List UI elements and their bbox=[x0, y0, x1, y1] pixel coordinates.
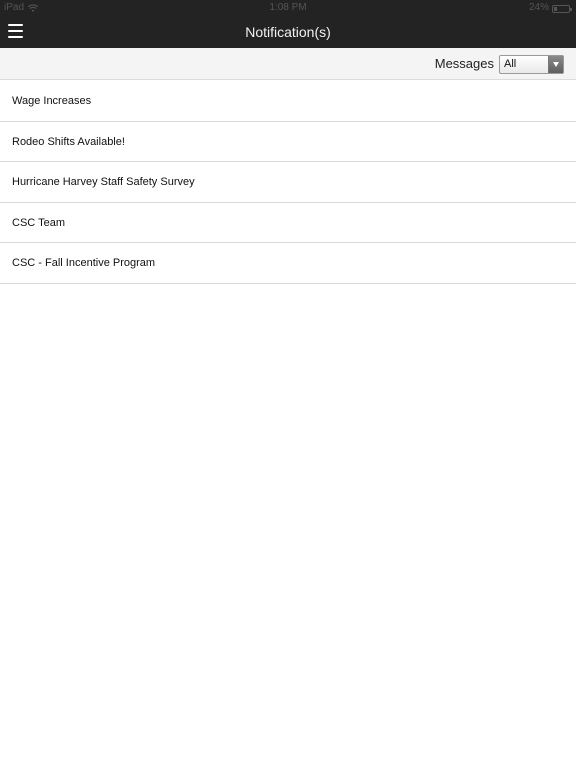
list-item[interactable]: Rodeo Shifts Available! bbox=[0, 121, 576, 162]
menu-line bbox=[8, 24, 23, 26]
message-list: Wage Increases Rodeo Shifts Available! H… bbox=[0, 81, 576, 284]
menu-line bbox=[8, 36, 23, 38]
list-item[interactable]: CSC Team bbox=[0, 202, 576, 243]
status-bar: iPad 1:08 PM 24% bbox=[0, 0, 576, 16]
status-right: 24% bbox=[528, 0, 572, 16]
filter-selected-value: All bbox=[504, 58, 517, 70]
filter-bar: Messages All bbox=[0, 48, 576, 80]
message-title: Wage Increases bbox=[12, 95, 92, 107]
battery-icon bbox=[552, 4, 572, 13]
screen: iPad 1:08 PM 24% Notification(s) Message… bbox=[0, 0, 576, 768]
list-item[interactable]: Hurricane Harvey Staff Safety Survey bbox=[0, 162, 576, 203]
list-item[interactable]: CSC - Fall Incentive Program bbox=[0, 243, 576, 284]
messages-filter-label: Messages bbox=[434, 56, 494, 71]
message-title: CSC Team bbox=[12, 216, 65, 229]
menu-line bbox=[8, 30, 23, 32]
message-title: CSC - Fall Incentive Program bbox=[12, 257, 156, 269]
list-item[interactable]: Wage Increases bbox=[0, 81, 576, 122]
chevron-down-icon bbox=[548, 56, 563, 73]
battery-percent: 24% bbox=[528, 2, 549, 13]
message-title: Rodeo Shifts Available! bbox=[12, 135, 125, 148]
nav-bar: Notification(s) bbox=[0, 16, 576, 48]
message-title: Hurricane Harvey Staff Safety Survey bbox=[12, 176, 195, 188]
page-title: Notification(s) bbox=[245, 24, 331, 40]
messages-filter-select[interactable]: All bbox=[499, 55, 564, 74]
status-time: 1:08 PM bbox=[269, 2, 307, 13]
hamburger-menu-icon[interactable] bbox=[8, 24, 24, 38]
battery-fill bbox=[554, 6, 558, 11]
